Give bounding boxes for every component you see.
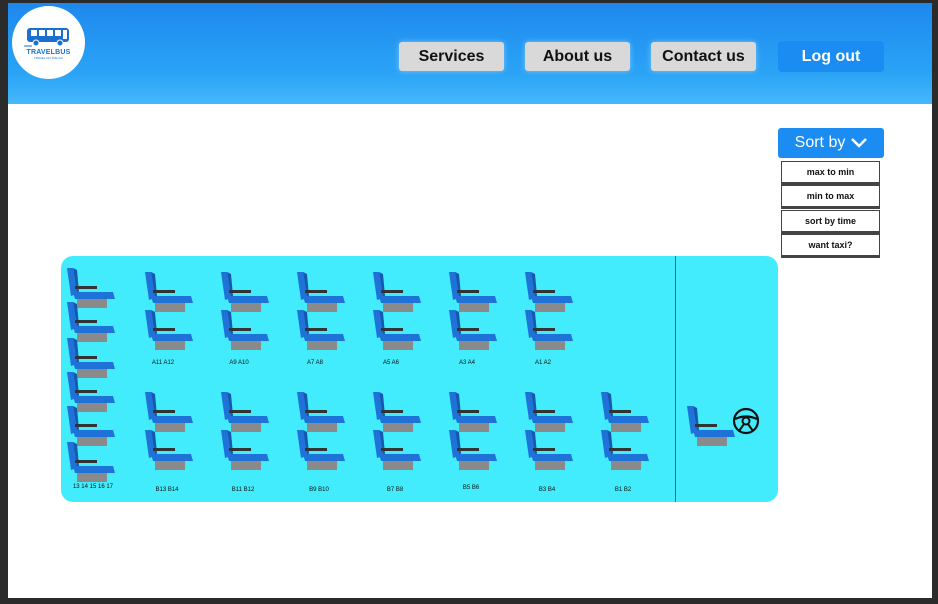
app-frame: TRAVELBUS TRAVEL ON THE GO Services Abou…: [8, 3, 932, 598]
seat[interactable]: [293, 428, 349, 475]
seat[interactable]: [141, 428, 197, 475]
seat-label-b13-b14: B13 B14: [155, 487, 179, 493]
sort-option-sort-by-time[interactable]: sort by time: [781, 210, 880, 232]
logo-subtext: TRAVEL ON THE GO: [34, 55, 63, 60]
seat[interactable]: [445, 428, 501, 475]
log-out-button[interactable]: Log out: [778, 41, 884, 72]
seat-label-b5-b6: B5 B6: [462, 485, 480, 491]
seat[interactable]: [293, 308, 349, 355]
seat-label-a5-a6: A5 A6: [382, 360, 399, 366]
driver-divider: [675, 256, 676, 502]
services-button[interactable]: Services: [399, 42, 504, 71]
seat-label-b11-b12: B11 B12: [231, 487, 255, 493]
seat-label-b1-b2: B1 B2: [614, 487, 632, 493]
bus-seat-map: A11 A12 A9 A10 A7 A8 A5 A6 A3 A4 A1 A2 B…: [61, 256, 778, 502]
seat-label-a3-a4: A3 A4: [458, 360, 475, 366]
seat[interactable]: [369, 428, 425, 475]
seat-label-b3-b4: B3 B4: [538, 487, 556, 493]
header: TRAVELBUS TRAVEL ON THE GO Services Abou…: [8, 3, 932, 104]
seat-label-b9-b10: B9 B10: [309, 487, 329, 493]
seat-label-a9-a10: A9 A10: [229, 360, 249, 366]
seat-label-b7-b8: B7 B8: [386, 487, 404, 493]
seat[interactable]: [217, 428, 273, 475]
seat-label-a7-a8: A7 A8: [306, 360, 323, 366]
logo[interactable]: TRAVELBUS TRAVEL ON THE GO: [12, 6, 85, 79]
driver-seat[interactable]: [683, 404, 739, 451]
chevron-down-icon: [851, 138, 868, 148]
seat[interactable]: [521, 308, 577, 355]
bus-icon: [23, 27, 69, 46]
seat[interactable]: [63, 440, 119, 487]
seat[interactable]: [141, 308, 197, 355]
logo-text: TRAVELBUS: [26, 48, 71, 56]
sort-option-want-taxi[interactable]: want taxi?: [781, 234, 880, 256]
about-us-button[interactable]: About us: [525, 42, 630, 71]
seat[interactable]: [521, 428, 577, 475]
sort-option-min-to-max[interactable]: min to max: [781, 185, 880, 207]
seat[interactable]: [217, 308, 273, 355]
sort-by-label: Sort by: [794, 134, 846, 151]
seat-label-a1-a2: A1 A2: [534, 360, 551, 366]
sort-by-button[interactable]: Sort by: [778, 128, 884, 158]
seat[interactable]: [369, 308, 425, 355]
seat-label-a11-a12: A11 A12: [151, 360, 175, 366]
contact-us-button[interactable]: Contact us: [651, 42, 756, 71]
sort-option-max-to-min[interactable]: max to min: [781, 161, 880, 183]
seat[interactable]: [445, 308, 501, 355]
seat[interactable]: [597, 428, 653, 475]
